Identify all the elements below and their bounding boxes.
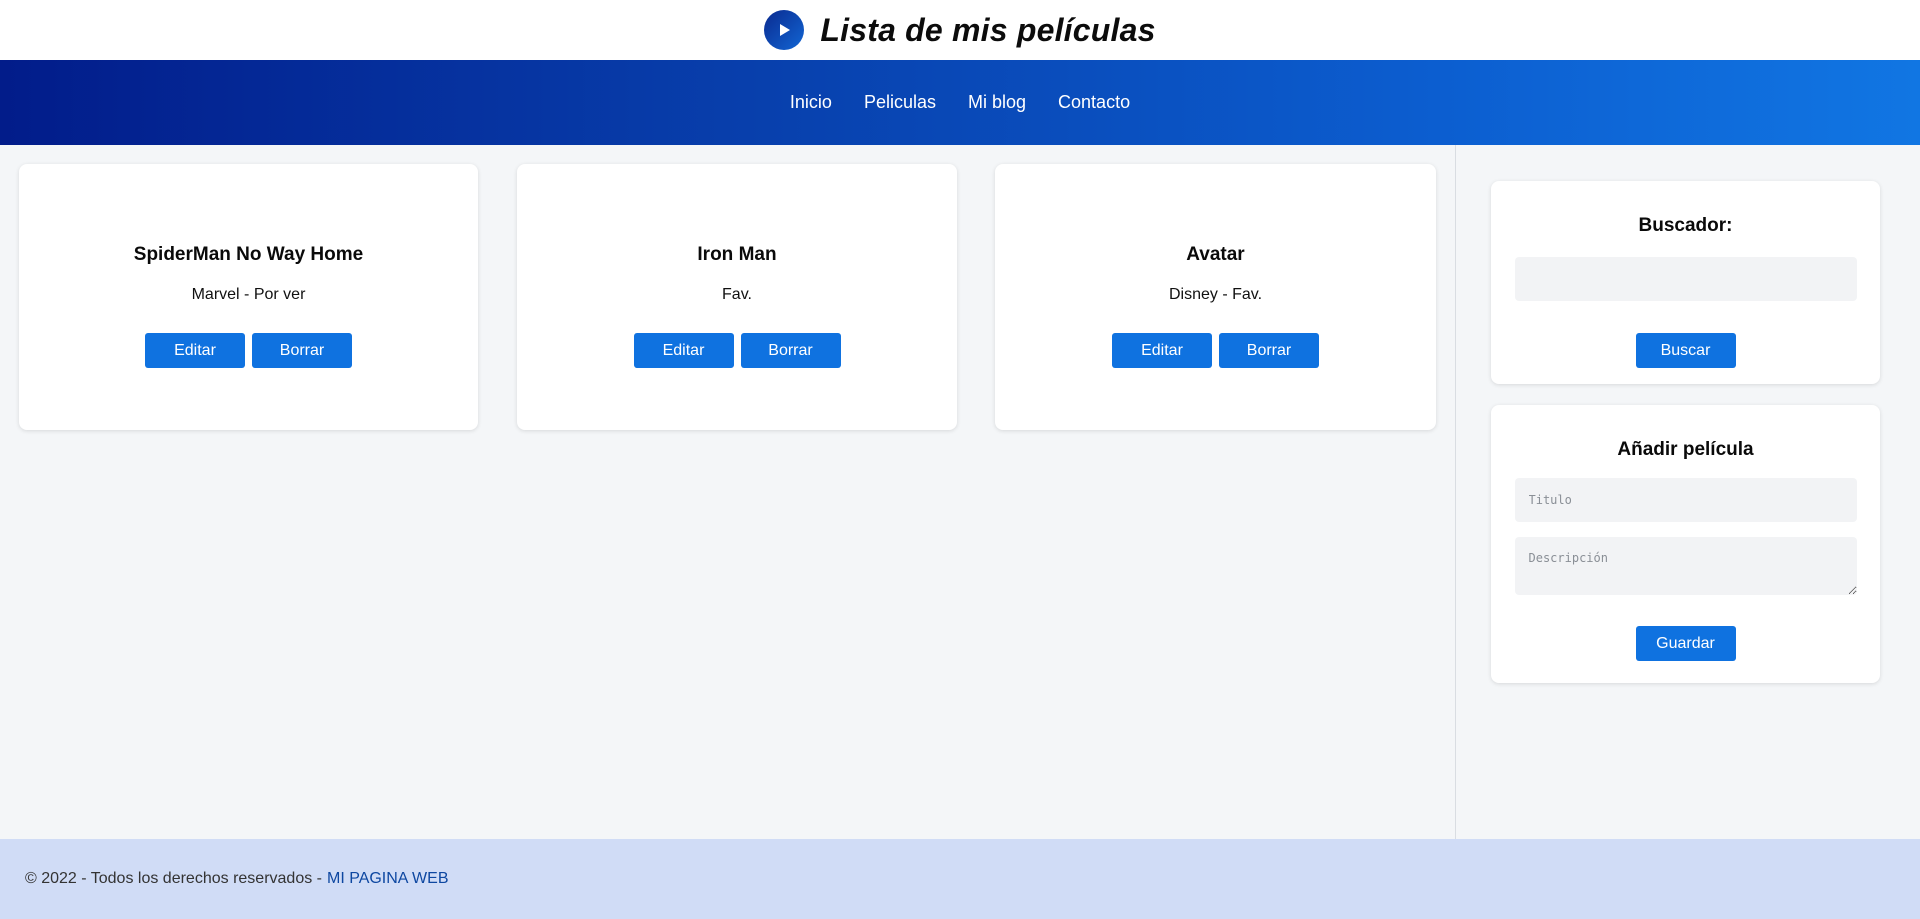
add-movie-title: Añadir película xyxy=(1617,439,1754,460)
movie-description: Disney - Fav. xyxy=(1168,286,1263,303)
nav-item-mi-blog[interactable]: Mi blog xyxy=(968,92,1026,113)
search-input[interactable] xyxy=(1514,257,1857,301)
movie-card: Avatar Disney - Fav. Editar Borrar xyxy=(995,164,1436,430)
delete-button[interactable]: Borrar xyxy=(1219,333,1319,368)
save-button[interactable]: Guardar xyxy=(1635,626,1736,661)
edit-button[interactable]: Editar xyxy=(145,333,245,368)
edit-button[interactable]: Editar xyxy=(633,333,734,368)
movie-card: SpiderMan No Way Home Marvel - Por ver E… xyxy=(19,164,478,430)
nav-item-inicio[interactable]: Inicio xyxy=(790,92,832,113)
movie-description-field[interactable] xyxy=(1514,537,1857,595)
site-header: Lista de mis películas xyxy=(0,0,1920,60)
movie-actions: Editar Borrar xyxy=(633,333,841,368)
movie-title: Avatar xyxy=(1186,244,1245,265)
nav-item-peliculas[interactable]: Peliculas xyxy=(864,92,936,113)
movie-description: Marvel - Por ver xyxy=(191,286,306,303)
movie-actions: Editar Borrar xyxy=(1112,333,1319,368)
copyright-text: © 2022 - Todos los derechos reservados - xyxy=(25,870,322,887)
play-icon xyxy=(764,10,805,50)
search-box: Buscador: Buscar xyxy=(1491,181,1880,384)
footer-link[interactable]: MI PAGINA WEB xyxy=(327,870,449,888)
movie-title-field[interactable] xyxy=(1514,478,1857,522)
movie-card: Iron Man Fav. Editar Borrar xyxy=(517,164,957,430)
site-title: Lista de mis películas xyxy=(820,11,1156,48)
movie-list: SpiderMan No Way Home Marvel - Por ver E… xyxy=(0,145,1455,839)
nav-item-contacto[interactable]: Contacto xyxy=(1058,92,1130,113)
search-title: Buscador: xyxy=(1638,215,1733,236)
site-footer: © 2022 - Todos los derechos reservados -… xyxy=(0,839,1920,919)
movie-title: Iron Man xyxy=(697,244,777,265)
movie-title: SpiderMan No Way Home xyxy=(133,244,364,265)
search-button[interactable]: Buscar xyxy=(1635,333,1736,368)
movie-actions: Editar Borrar xyxy=(145,333,352,368)
main-navigation: Inicio Peliculas Mi blog Contacto xyxy=(0,60,1920,145)
delete-button[interactable]: Borrar xyxy=(740,333,841,368)
edit-button[interactable]: Editar xyxy=(1112,333,1212,368)
movie-description: Fav. xyxy=(722,286,752,303)
sidebar-divider xyxy=(1455,145,1456,839)
delete-button[interactable]: Borrar xyxy=(252,333,352,368)
add-movie-box: Añadir película Guardar xyxy=(1491,405,1880,683)
